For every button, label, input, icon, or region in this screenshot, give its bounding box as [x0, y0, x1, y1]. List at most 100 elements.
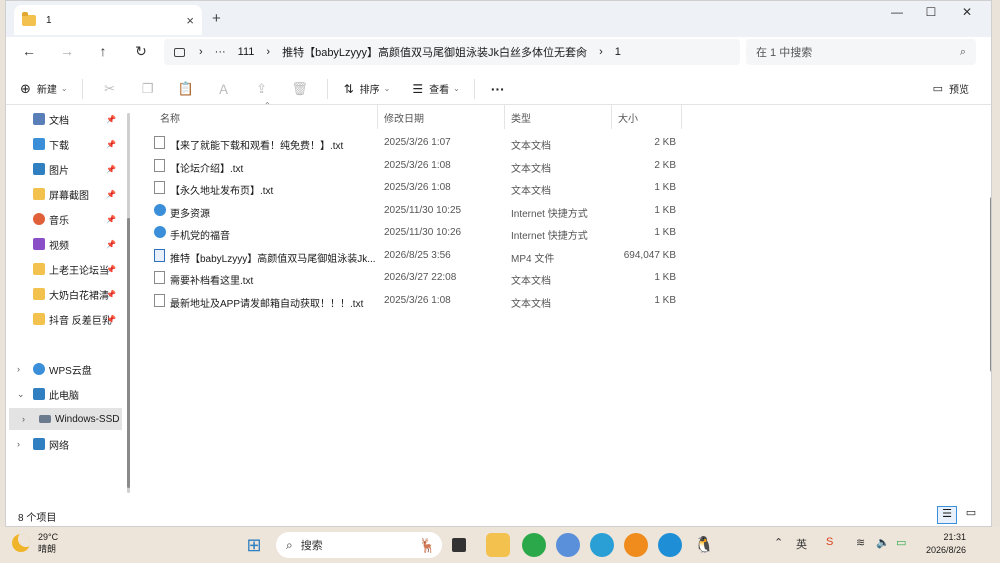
table-row[interactable]: 【论坛介绍】.txt 2025/3/26 1:08 文本文档 2 KB [148, 155, 688, 177]
tab-folder-1[interactable]: 1 × [14, 5, 202, 35]
nav-item-this-pc[interactable]: ⌄ 此电脑 [6, 383, 118, 405]
table-row[interactable]: 最新地址及APP请发邮箱自动获取！！！.txt 2025/3/26 1:08 文本文… [148, 290, 688, 312]
column-header-name[interactable]: 名称 ⌃ [154, 101, 378, 129]
file-explorer-app-icon[interactable] [486, 533, 510, 557]
text-file-icon [154, 293, 165, 307]
share-icon[interactable]: ⇪ [243, 81, 281, 97]
tab-strip: 1 × + — ☐ ✕ [6, 1, 991, 37]
new-button[interactable]: ⊕ 新建 ⌄ [20, 81, 68, 97]
minimize-button[interactable]: — [884, 5, 910, 19]
tiles-view-icon[interactable]: ▭ [961, 506, 981, 524]
details-view-icon[interactable]: ☰ [937, 506, 957, 524]
close-window-button[interactable]: ✕ [954, 5, 980, 19]
breadcrumb-item[interactable]: 111 [238, 46, 255, 58]
folder-icon [22, 11, 36, 26]
more-options-button[interactable]: ··· [491, 81, 505, 97]
tab-close-icon[interactable]: × [186, 13, 194, 28]
column-header-type[interactable]: 类型 [505, 105, 612, 129]
sogou-icon[interactable]: S [826, 536, 833, 548]
cut-icon[interactable]: ✂ [91, 81, 129, 97]
nav-item-windows-ssd[interactable]: › Windows-SSD [9, 408, 122, 430]
browser-app-icon[interactable] [590, 533, 614, 557]
table-row[interactable]: 需要补档看这里.txt 2026/3/27 22:08 文本文档 1 KB [148, 267, 688, 289]
rename-icon[interactable]: Ａ [205, 79, 243, 98]
chevron-down-icon[interactable]: ⌄ [17, 389, 25, 400]
breadcrumb[interactable]: › ··· 111 › 推特【babyLzyyy】高颜值双马尾御姐泳装Jk白丝多… [164, 39, 740, 65]
column-header-date[interactable]: 修改日期 [378, 105, 505, 129]
nav-item-music[interactable]: 音乐 📌 [6, 208, 118, 230]
breadcrumb-item[interactable]: › [266, 46, 270, 58]
view-button[interactable]: ☰ 查看 ⌄ [412, 81, 459, 97]
edge-browser-icon[interactable] [658, 533, 682, 557]
battery-icon[interactable]: ▭ [896, 536, 906, 549]
breadcrumb-item[interactable]: › [599, 46, 603, 58]
maximize-button[interactable]: ☐ [918, 5, 944, 19]
table-row[interactable]: 【永久地址发布页】.txt 2025/3/26 1:08 文本文档 1 KB [148, 177, 688, 199]
nav-item-pictures[interactable]: 图片 📌 [6, 158, 118, 180]
breadcrumb-item[interactable]: 推特【babyLzyyy】高颜值双马尾御姐泳装Jk白丝多体位无套肏 [282, 44, 587, 60]
wechat-app-icon[interactable] [522, 533, 546, 557]
copy-icon[interactable]: ❐ [129, 81, 167, 97]
refresh-icon[interactable]: ↻ [132, 43, 150, 60]
breadcrumb-item[interactable]: ··· [215, 46, 226, 58]
nav-item-screenshots[interactable]: 屏幕截图 📌 [6, 183, 118, 205]
navigation-pane: 文档 📌 下载 📌 图片 📌 屏幕截图 📌 音乐 📌 视频 📌 上老王论坛当 📌… [6, 105, 134, 505]
nav-item-folder[interactable]: 抖音 反差巨乳 📌 [6, 308, 118, 330]
preview-button[interactable]: ▭ 预览 [933, 81, 969, 96]
file-size: 1 KB [654, 204, 676, 216]
nav-item-label: Windows-SSD [55, 413, 120, 425]
delete-icon[interactable]: 🗑 [281, 81, 319, 97]
back-arrow-icon[interactable]: ← [20, 43, 38, 59]
sort-button[interactable]: ⇅ 排序 ⌄ [344, 81, 391, 97]
file-type: Internet 快捷方式 [511, 208, 588, 220]
system-clock[interactable]: 21:31 2026/8/26 [920, 531, 966, 557]
input-method-icon[interactable]: 英 [796, 536, 807, 552]
search-highlight-icon: 🦌 [418, 536, 436, 553]
qq-app-icon[interactable]: 🐧 [692, 533, 716, 557]
column-header-size[interactable]: 大小 [612, 105, 682, 129]
weather-widget[interactable]: 29°C 晴朗 [12, 531, 58, 555]
app-icon[interactable] [556, 533, 580, 557]
table-row[interactable]: 手机党的福音 2025/11/30 10:26 Internet 快捷方式 1 KB [148, 222, 688, 244]
cloud-icon [33, 363, 45, 375]
nav-item-documents[interactable]: 文档 📌 [6, 108, 118, 130]
nav-item-folder[interactable]: 上老王论坛当 📌 [6, 258, 118, 280]
chevron-right-icon[interactable]: › [22, 414, 25, 424]
table-row[interactable]: 【来了就能下载和观看！纯免费！】.txt 2025/3/26 1:07 文本文档 2 … [148, 132, 688, 154]
chevron-right-icon[interactable]: › [17, 439, 20, 449]
file-explorer-window: 1 × + — ☐ ✕ ← → ↑ ↻ › ··· 111 › 推特【babyL… [5, 0, 992, 527]
new-tab-button[interactable]: + [212, 10, 221, 27]
search-input[interactable]: 在 1 中搜索 ⌕ [746, 39, 976, 65]
volume-muted-icon[interactable]: 🔈 [876, 536, 890, 549]
paste-icon[interactable]: 📋 [167, 81, 205, 97]
start-windows-icon[interactable]: ⊞ [242, 533, 266, 557]
taskbar-search[interactable]: ⌕ 搜索 🦌 [276, 532, 442, 558]
breadcrumb-item[interactable]: 1 [615, 46, 621, 58]
nav-item-videos[interactable]: 视频 📌 [6, 233, 118, 255]
file-date: 2025/11/30 10:25 [384, 204, 462, 216]
table-row[interactable]: 更多资源 2025/11/30 10:25 Internet 快捷方式 1 KB [148, 200, 688, 222]
task-view-icon[interactable] [452, 538, 466, 552]
scrollbar-thumb[interactable] [990, 197, 991, 372]
nav-item-downloads[interactable]: 下载 📌 [6, 133, 118, 155]
scrollbar-thumb[interactable] [127, 218, 130, 488]
nav-item-network[interactable]: › 网络 [6, 433, 118, 455]
main-scrollbar[interactable] [989, 67, 991, 522]
breadcrumb-item[interactable]: › [199, 46, 203, 58]
nav-item-folder[interactable]: 大奶白花裙清 📌 [6, 283, 118, 305]
table-row[interactable]: 推特【babyLzyyy】高颜值双马尾御姐泳装Jk... 2026/8/25 3:… [148, 245, 688, 267]
nav-item-wps-cloud[interactable]: › WPS云盘 [6, 358, 118, 380]
nav-item-label: 抖音 反差巨乳 [49, 315, 112, 327]
nav-scrollbar[interactable] [127, 113, 130, 493]
forward-arrow-icon[interactable]: → [58, 43, 76, 59]
music-icon [33, 213, 45, 225]
app-icon[interactable] [624, 533, 648, 557]
up-arrow-icon[interactable]: ↑ [94, 43, 112, 59]
chevron-right-icon[interactable]: › [17, 364, 20, 374]
file-date: 2025/3/26 1:08 [384, 182, 451, 193]
chevron-up-icon[interactable]: ⌃ [774, 536, 783, 549]
nav-item-label: WPS云盘 [49, 365, 92, 377]
text-file-icon [154, 136, 165, 149]
wifi-icon[interactable]: ≋ [856, 536, 865, 549]
video-file-icon [154, 248, 165, 262]
